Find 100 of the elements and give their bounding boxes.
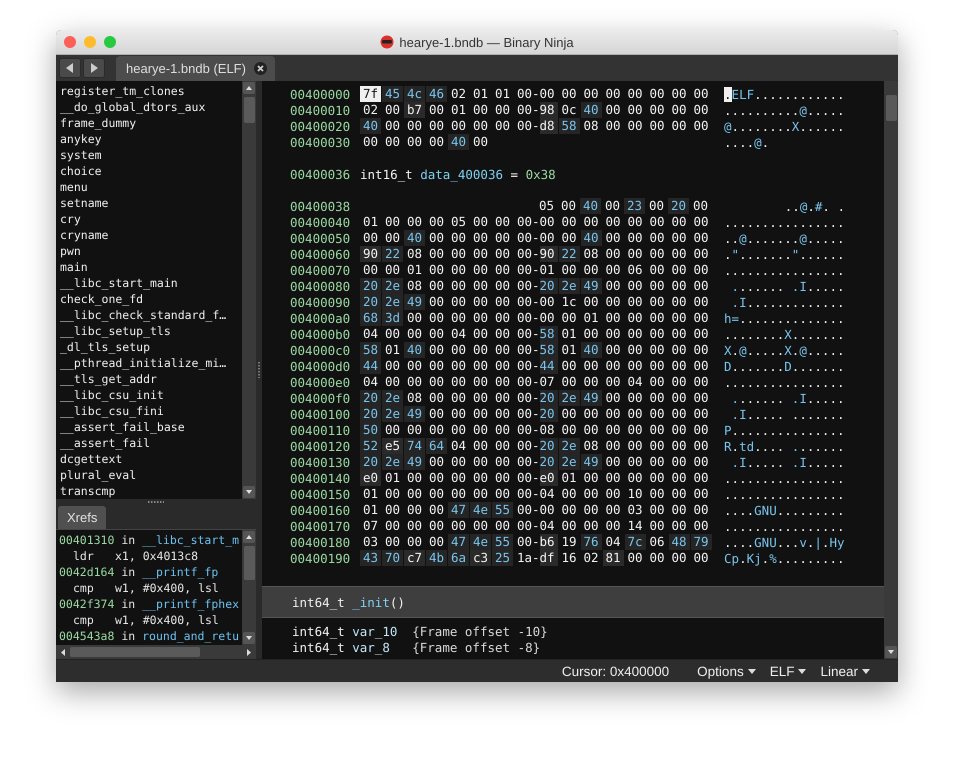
hex-byte: 20 (360, 454, 381, 470)
hex-byte: 06 (648, 534, 666, 550)
hex-byte: 08 (582, 438, 600, 454)
hex-byte: 2e (382, 294, 403, 310)
scrollbar[interactable] (56, 645, 256, 659)
grip-icon[interactable] (257, 361, 261, 379)
symbol-item[interactable]: transcmp (60, 483, 242, 499)
scrollbar[interactable] (242, 81, 256, 499)
hex-byte: 00 (384, 374, 402, 390)
hex-byte: 00 (384, 534, 402, 550)
hex-byte: 00 (472, 390, 490, 406)
scrollbar-thumb[interactable] (70, 647, 200, 657)
symbol-item[interactable]: dcgettext (60, 451, 242, 467)
symbol-item[interactable]: choice (60, 163, 242, 179)
xref-address[interactable]: 004543a8 (59, 629, 114, 643)
byte-separator: - (532, 550, 540, 566)
symbol-item[interactable]: cryname (60, 227, 242, 243)
hex-byte: 00 (582, 358, 600, 374)
hex-byte: 00 (428, 294, 446, 310)
symbol-item[interactable]: system (60, 147, 242, 163)
scrollbar-thumb[interactable] (244, 546, 254, 580)
close-icon[interactable] (254, 62, 267, 75)
hex-byte: 04 (362, 374, 380, 390)
symbol-item[interactable]: __libc_setup_tls (60, 323, 242, 339)
symbol-item[interactable]: main (60, 259, 242, 275)
scrollbar-thumb[interactable] (886, 95, 896, 121)
symbol-item[interactable]: anykey (60, 131, 242, 147)
symbol-item[interactable]: _dl_tls_setup (60, 339, 242, 355)
variable-name[interactable]: data_400036 (420, 166, 504, 182)
hex-byte: 00 (626, 550, 644, 566)
symbol-item[interactable]: cry (60, 211, 242, 227)
hex-byte: 00 (604, 422, 622, 438)
hex-byte: 25 (492, 550, 513, 566)
symbol-item[interactable]: __libc_csu_init (60, 387, 242, 403)
grip-icon[interactable] (147, 500, 165, 504)
file-tab[interactable]: hearye-1.bndb (ELF) (116, 56, 275, 81)
hex-byte: 00 (692, 262, 710, 278)
back-button[interactable] (59, 58, 81, 78)
status-menu[interactable]: Options (697, 664, 756, 678)
function-name[interactable]: _init (352, 594, 390, 610)
symbol-item[interactable]: __libc_start_main (60, 275, 242, 291)
xref-address[interactable]: 0042d164 (59, 565, 114, 579)
forward-button[interactable] (83, 58, 105, 78)
hex-byte: 00 (692, 374, 710, 390)
xref-function[interactable]: round_and_retu (142, 629, 240, 643)
symbol-item[interactable]: register_tm_clones (60, 83, 242, 99)
status-menu[interactable]: Linear (820, 664, 870, 678)
xref-function[interactable]: __printf_fp (142, 565, 218, 579)
hex-byte: 47 (448, 502, 469, 518)
hex-byte: 00 (472, 326, 490, 342)
logo-icon (380, 35, 394, 49)
symbol-item[interactable]: setname (60, 195, 242, 211)
close-button[interactable] (64, 36, 76, 48)
var-name[interactable]: var_8 (352, 640, 412, 656)
symbol-item[interactable]: plural_eval (60, 467, 242, 483)
symbol-item[interactable]: __tls_get_addr (60, 371, 242, 387)
hex-byte: 00 (406, 374, 424, 390)
symbol-item[interactable]: __libc_csu_fini (60, 403, 242, 419)
symbol-item[interactable]: __pthread_initialize_mi… (60, 355, 242, 371)
hex-byte: 00 (472, 342, 490, 358)
scrollbar[interactable] (242, 530, 256, 645)
hex-address: 00400036 (290, 166, 352, 182)
xref-function[interactable]: __libc_start_m (142, 533, 240, 547)
hex-byte: 00 (406, 358, 424, 374)
xref-address[interactable]: 0042f374 (59, 597, 114, 611)
hex-byte: 00 (670, 550, 688, 566)
status-menu[interactable]: ELF (770, 664, 806, 678)
hex-byte: 00 (670, 246, 688, 262)
hex-byte: 00 (670, 502, 688, 518)
symbol-item[interactable]: __assert_fail (60, 435, 242, 451)
hex-byte: 00 (582, 470, 600, 486)
hex-byte: 05 (450, 214, 468, 230)
xrefs-tab[interactable]: Xrefs (58, 506, 106, 529)
symbol-item[interactable]: __assert_fail_base (60, 419, 242, 435)
scrollbar[interactable] (884, 81, 898, 659)
hex-byte: 58 (540, 342, 558, 358)
hex-byte: 03 (362, 534, 380, 550)
hex-byte: 20 (360, 390, 381, 406)
hex-byte: 40 (580, 342, 602, 358)
scrollbar-thumb[interactable] (244, 97, 254, 123)
hex-byte: 00 (406, 422, 424, 438)
symbol-item[interactable]: frame_dummy (60, 115, 242, 131)
hex-byte: 00 (540, 230, 556, 246)
symbol-item[interactable]: check_one_fd (60, 291, 242, 307)
hex-byte: 79 (690, 534, 712, 550)
hex-byte: 00 (670, 102, 688, 118)
hex-byte: 00 (472, 486, 490, 502)
byte-separator: - (532, 422, 540, 438)
symbol-item[interactable]: menu (60, 179, 242, 195)
zoom-button[interactable] (104, 36, 116, 48)
xref-function[interactable]: __printf_fphex (142, 597, 240, 611)
symbol-item[interactable]: __libc_check_standard_f… (60, 307, 242, 323)
symbol-item[interactable]: __do_global_dtors_aux (60, 99, 242, 115)
symbol-item[interactable]: pwn (60, 243, 242, 259)
hex-byte: 00 (604, 374, 622, 390)
var-name[interactable]: var_10 (352, 624, 412, 640)
xref-address[interactable]: 00401310 (59, 533, 114, 547)
hex-byte: 00 (582, 502, 600, 518)
hex-byte: 00 (648, 374, 666, 390)
hex-byte: 52 (360, 438, 381, 454)
